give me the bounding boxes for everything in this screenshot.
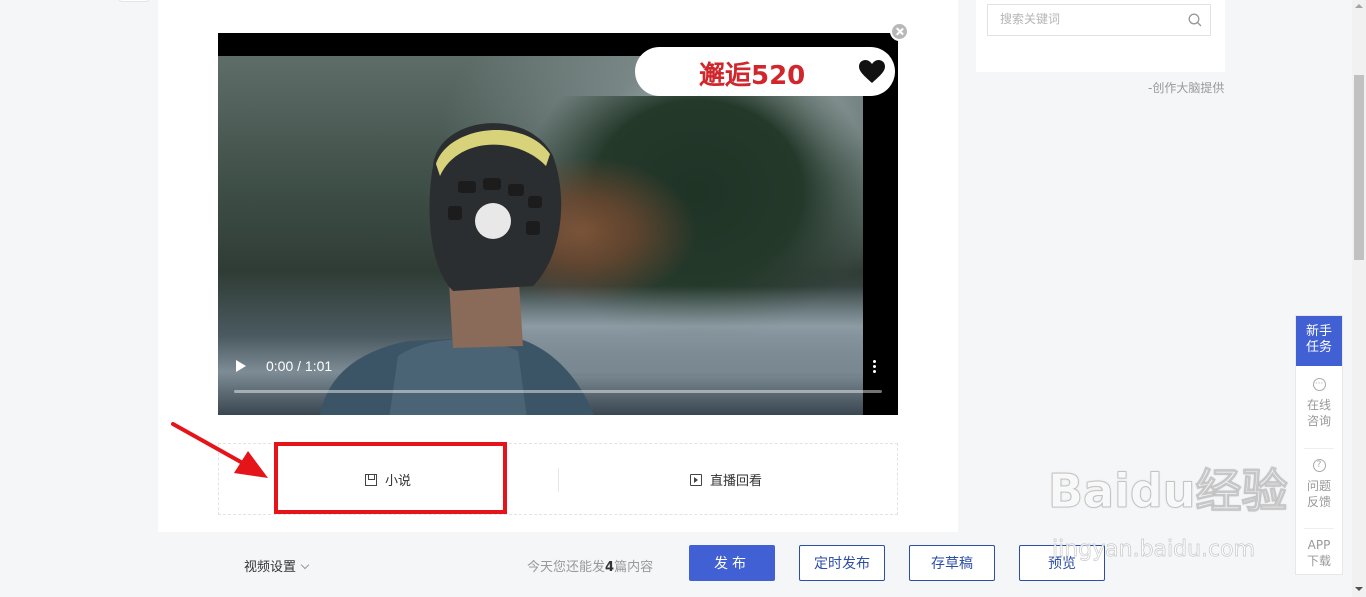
sticker-text: 邂逅520 (699, 61, 806, 91)
question-icon: ? (1312, 459, 1326, 472)
baidu-watermark-url: jingyan.baidu.com (1052, 537, 1256, 563)
video-sticker[interactable]: 邂逅520 (635, 47, 895, 96)
highlight-box (274, 442, 507, 514)
video-progress-bar[interactable] (234, 390, 882, 393)
video-settings-toggle[interactable]: 视频设置 (244, 556, 310, 575)
sticker-close-icon[interactable] (890, 22, 909, 41)
online-consult-button[interactable]: ··· 在线 咨询 (1296, 378, 1342, 429)
floating-help-panel: 新手 任务 ··· 在线 咨询 ? 问题 反馈 APP 下载 (1295, 315, 1343, 575)
red-arrow (171, 422, 268, 478)
tag-live-replay[interactable]: 直播回看 (690, 470, 762, 489)
scroll-down-icon[interactable] (1355, 587, 1363, 591)
quota-prefix: 今天您还能发 (527, 560, 606, 575)
consult-line1: 在线 (1306, 398, 1331, 412)
panel-divider (1304, 528, 1334, 529)
feedback-line1: 问题 (1306, 479, 1331, 493)
sidebar-search-card (976, 0, 1225, 72)
app-download-button[interactable]: APP 下载 (1296, 537, 1342, 569)
save-draft-button[interactable]: 存草稿 (909, 545, 995, 581)
quota-suffix: 篇内容 (614, 560, 654, 575)
scrollbar-thumb[interactable] (1354, 75, 1364, 260)
chevron-down-icon (300, 560, 310, 570)
panel-divider (1304, 448, 1334, 449)
feedback-line2: 反馈 (1306, 495, 1331, 509)
video-person (319, 123, 594, 415)
baidu-watermark-logo: Baidu经验 (1048, 464, 1289, 519)
publish-quota: 今天您还能发4篇内容 (527, 556, 653, 575)
feedback-button[interactable]: ? 问题 反馈 (1296, 459, 1342, 510)
chat-icon: ··· (1312, 378, 1326, 391)
schedule-publish-button[interactable]: 定时发布 (799, 545, 885, 581)
heart-icon (859, 60, 885, 83)
video-time: 0:00 / 1:01 (266, 358, 333, 374)
consult-line2: 咨询 (1306, 414, 1331, 428)
search-input[interactable] (1000, 12, 1180, 26)
tag-divider (558, 468, 559, 492)
scroll-up-icon[interactable] (1355, 4, 1363, 8)
publish-button[interactable]: 发布 (689, 545, 775, 581)
play-icon[interactable] (236, 360, 246, 372)
search-box (987, 4, 1211, 36)
new-task-button[interactable]: 新手 任务 (1296, 316, 1342, 366)
page-scrollbar[interactable] (1352, 0, 1366, 597)
app-line1: APP (1307, 538, 1331, 552)
more-options-icon[interactable] (870, 359, 878, 375)
top-tab (118, 0, 150, 2)
video-settings-label: 视频设置 (244, 560, 297, 575)
quota-count: 4 (605, 560, 615, 575)
replay-icon (690, 473, 702, 486)
tag-live-replay-label: 直播回看 (710, 474, 763, 489)
credit-text: -创作大脑提供 (1148, 81, 1225, 95)
new-task-line1: 新手 (1305, 324, 1332, 339)
search-icon[interactable] (1188, 13, 1202, 27)
new-task-line2: 任务 (1305, 340, 1332, 355)
app-line2: 下载 (1306, 554, 1331, 568)
